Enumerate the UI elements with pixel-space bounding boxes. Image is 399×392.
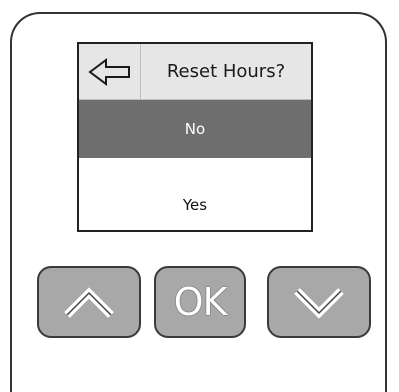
option-no[interactable]: No: [79, 100, 311, 158]
ok-button[interactable]: OK: [154, 266, 246, 338]
arrow-left-icon: [88, 58, 130, 86]
option-yes[interactable]: Yes: [79, 178, 311, 230]
up-button[interactable]: [37, 266, 141, 338]
display-screen: Reset Hours? No Yes: [77, 42, 313, 232]
screen-title: Reset Hours?: [166, 61, 286, 82]
down-button[interactable]: [267, 266, 371, 338]
screen-header: Reset Hours?: [79, 44, 311, 100]
back-button[interactable]: [79, 44, 141, 99]
chevron-down-icon: [294, 288, 344, 319]
ok-button-label: OK: [173, 280, 228, 324]
chevron-up-icon: [64, 287, 114, 318]
